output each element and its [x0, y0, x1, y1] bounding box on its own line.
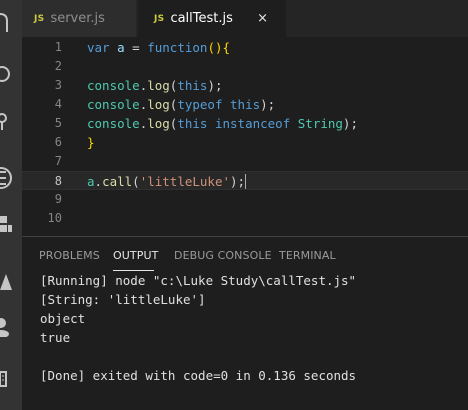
- code-text: a.call('littleLuke');: [87, 174, 247, 189]
- line-number: 5: [54, 116, 62, 130]
- explorer-icon[interactable]: [0, 10, 12, 32]
- account-icon[interactable]: [0, 315, 12, 337]
- tab-calltest-js[interactable]: JS callTest.js ×: [138, 0, 286, 37]
- code-text: var a = function(){: [87, 40, 231, 55]
- output-line: object: [40, 311, 86, 326]
- close-icon[interactable]: ×: [257, 11, 268, 26]
- extensions-icon[interactable]: [0, 214, 12, 236]
- tab-terminal[interactable]: TERMINAL: [279, 249, 336, 262]
- tab-server-js[interactable]: JS server.js: [22, 0, 137, 37]
- line-number: 9: [54, 192, 62, 206]
- search-icon[interactable]: [0, 64, 12, 86]
- tab-output[interactable]: OUTPUT: [113, 249, 158, 262]
- activity-bar: [0, 0, 22, 410]
- debug-icon[interactable]: [0, 166, 12, 189]
- code-line: 9: [22, 190, 468, 209]
- code-line: 10: [22, 209, 468, 228]
- line-number: 4: [54, 97, 62, 111]
- tab-label: server.js: [50, 11, 105, 26]
- source-control-icon[interactable]: [0, 110, 12, 132]
- current-code-line: 8 a.call('littleLuke');: [22, 171, 468, 190]
- code-text: console.log(this);: [87, 78, 223, 93]
- line-number: 6: [54, 135, 62, 149]
- code-line: 2: [22, 57, 468, 76]
- output-line: [Running] node "c:\Luke Study\callTest.j…: [40, 273, 357, 288]
- code-text: console.log(this instanceof String);: [87, 116, 358, 131]
- line-number: 2: [54, 59, 62, 73]
- code-text: console.log(typeof this);: [87, 97, 276, 112]
- code-editor[interactable]: 1 var a = function(){ 2 3 console.log(th…: [22, 37, 468, 236]
- code-line: 6 }: [22, 133, 468, 152]
- output-panel: PROBLEMS OUTPUT DEBUG CONSOLE TERMINAL […: [22, 236, 468, 410]
- tab-label: callTest.js: [170, 11, 233, 26]
- bottom-icon[interactable]: [0, 368, 12, 390]
- line-number: 7: [54, 154, 62, 168]
- output-line: [String: 'littleLuke']: [40, 292, 206, 307]
- js-file-icon: JS: [154, 13, 165, 24]
- code-text: }: [87, 135, 95, 150]
- tab-problems[interactable]: PROBLEMS: [39, 249, 100, 262]
- code-line: 3 console.log(this);: [22, 76, 468, 95]
- editor-tab-bar: JS server.js JS callTest.js ×: [22, 0, 468, 37]
- code-line: 1 var a = function(){: [22, 38, 468, 57]
- code-line: 4 console.log(typeof this);: [22, 95, 468, 114]
- line-number: 10: [47, 211, 62, 225]
- text-cursor: [245, 174, 247, 189]
- line-number: 8: [54, 174, 62, 188]
- code-line: 7: [22, 152, 468, 171]
- tab-debug-console[interactable]: DEBUG CONSOLE: [174, 249, 272, 262]
- code-line: 5 console.log(this instanceof String);: [22, 114, 468, 133]
- output-line: [Done] exited with code=0 in 0.136 secon…: [40, 368, 357, 383]
- warning-icon[interactable]: [0, 270, 12, 292]
- output-line: true: [40, 330, 71, 345]
- js-file-icon: JS: [34, 13, 45, 24]
- line-number: 1: [54, 40, 62, 54]
- line-number: 3: [54, 78, 62, 92]
